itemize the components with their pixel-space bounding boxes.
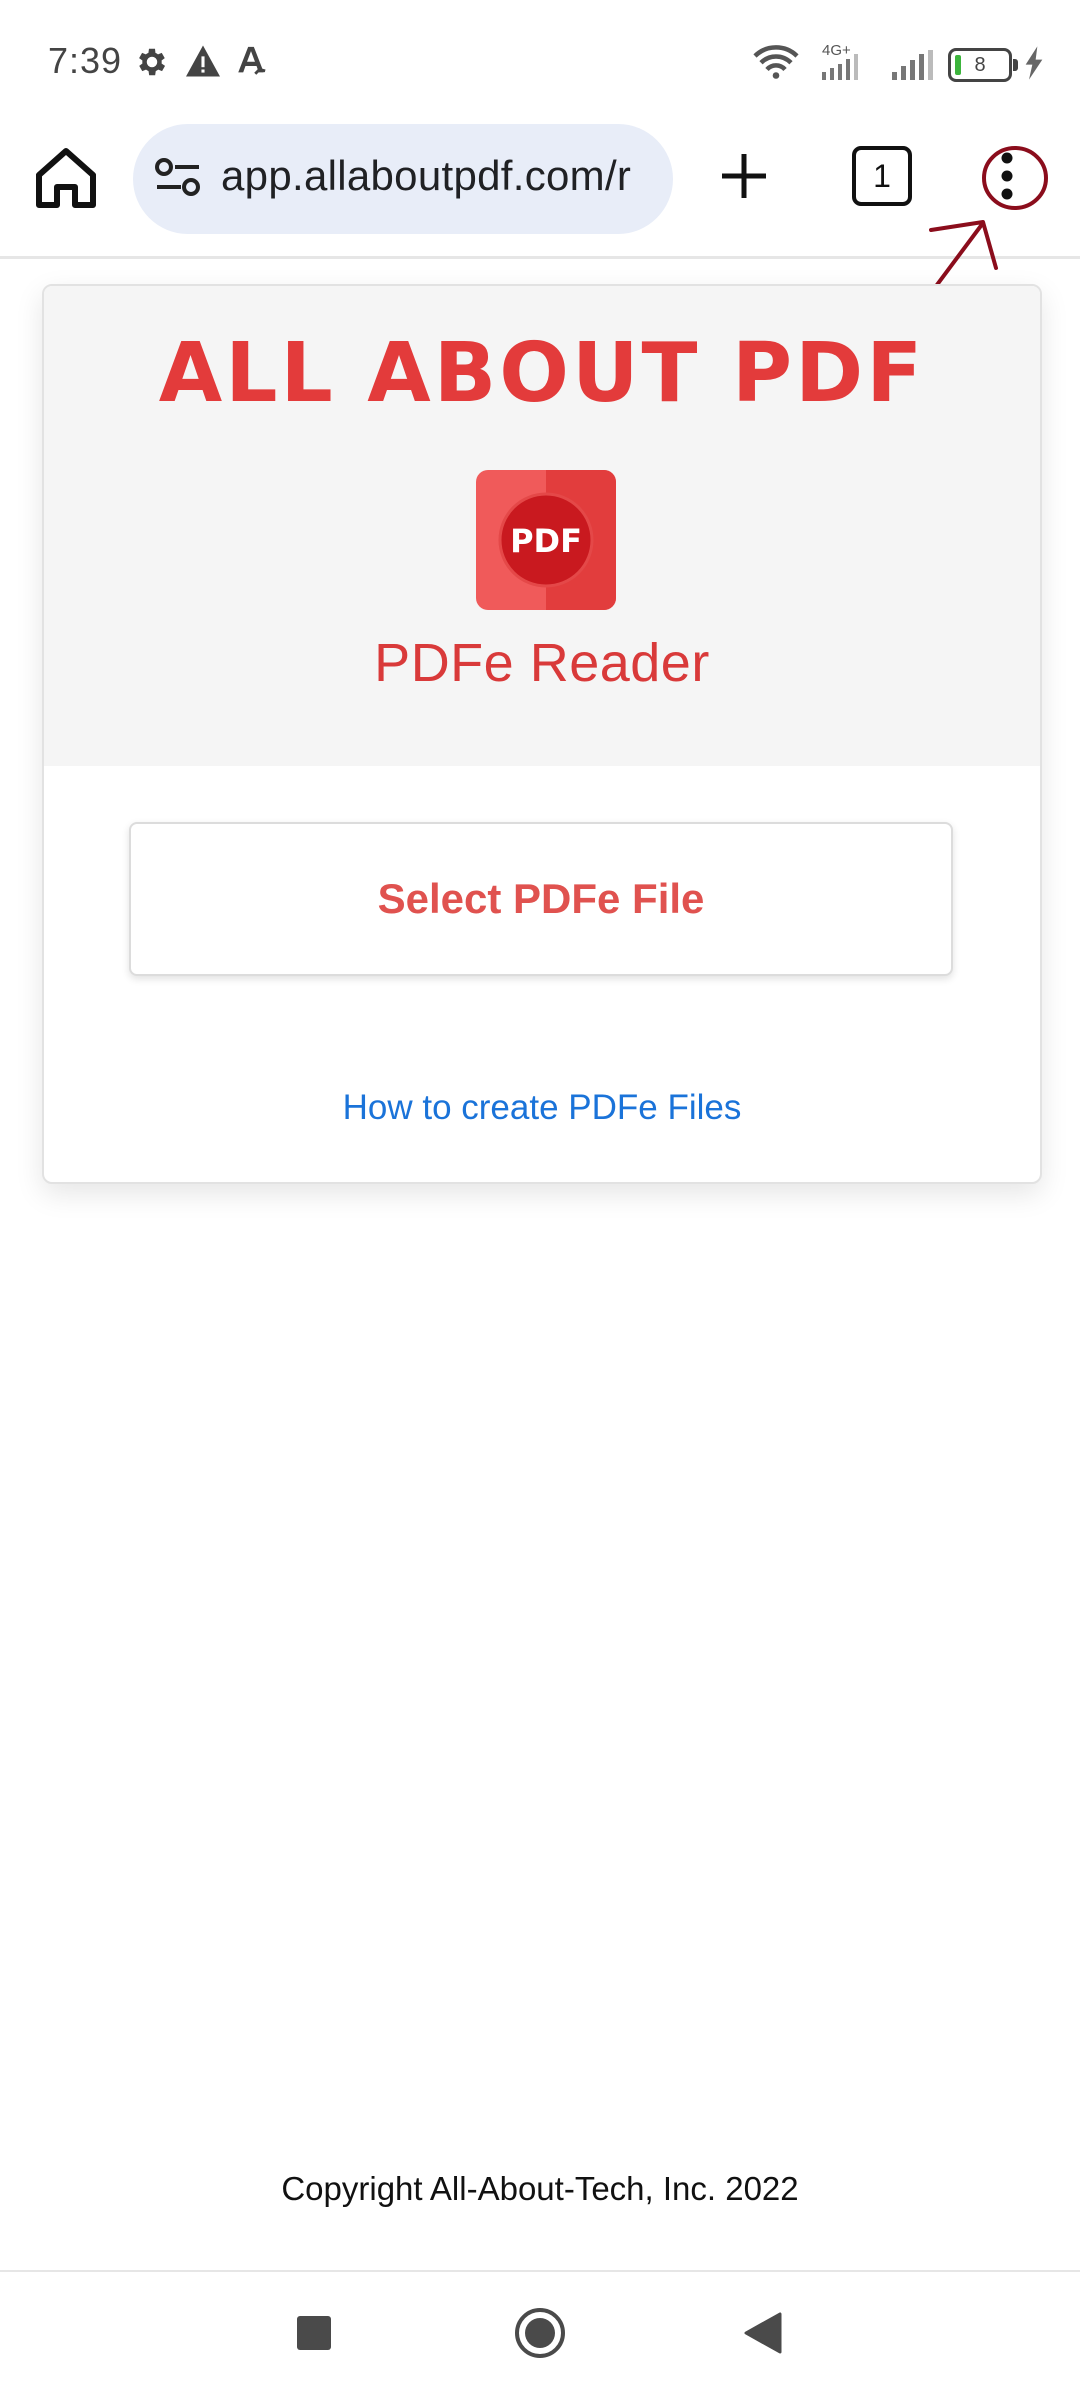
home-circle-icon[interactable] [513, 2306, 567, 2360]
battery-level: 8 [974, 54, 986, 76]
new-tab-icon[interactable] [712, 144, 776, 208]
copyright-text: Copyright All-About-Tech, Inc. 2022 [281, 2170, 799, 2207]
reader-card: ALL ABOUT PDF PDF PDFe Reader Select PDF… [42, 284, 1042, 1184]
app-name: PDFe Reader [374, 633, 710, 693]
settings-icon [139, 48, 166, 76]
select-file-button[interactable]: Select PDFe File [129, 822, 953, 976]
home-icon[interactable] [30, 142, 102, 214]
font-a-icon [238, 46, 266, 75]
tab-count[interactable]: 1 [852, 146, 912, 206]
more-menu-icon[interactable] [975, 144, 1039, 208]
status-bar: 7:39 4G+ 8 [0, 0, 1080, 120]
browser-toolbar: app.allaboutpdf.com/r 1 [0, 120, 1080, 259]
system-nav-bar [0, 2272, 1080, 2400]
signal-icon [822, 54, 858, 80]
warning-icon [186, 45, 220, 77]
site-settings-icon[interactable] [155, 157, 201, 199]
url-bar[interactable]: app.allaboutpdf.com/r [133, 124, 673, 234]
wifi-icon [753, 45, 799, 79]
pdf-logo-text: PDF [510, 522, 582, 560]
battery-icon: 8 [948, 48, 1018, 82]
tab-switcher-icon[interactable]: 1 [852, 146, 912, 206]
card-header: ALL ABOUT PDF PDF PDFe Reader [44, 286, 1040, 766]
brand-title: ALL ABOUT PDF [158, 326, 926, 421]
status-time: 7:39 [48, 40, 123, 81]
signal-icon [892, 50, 933, 80]
back-icon[interactable] [742, 2312, 782, 2354]
charging-icon [1025, 46, 1043, 80]
recent-apps-icon[interactable] [297, 2316, 331, 2350]
pdf-app-logo: PDF [476, 470, 616, 610]
how-to-create-link[interactable]: How to create PDFe Files [44, 1088, 1040, 1128]
url-text[interactable]: app.allaboutpdf.com/r [221, 152, 651, 200]
